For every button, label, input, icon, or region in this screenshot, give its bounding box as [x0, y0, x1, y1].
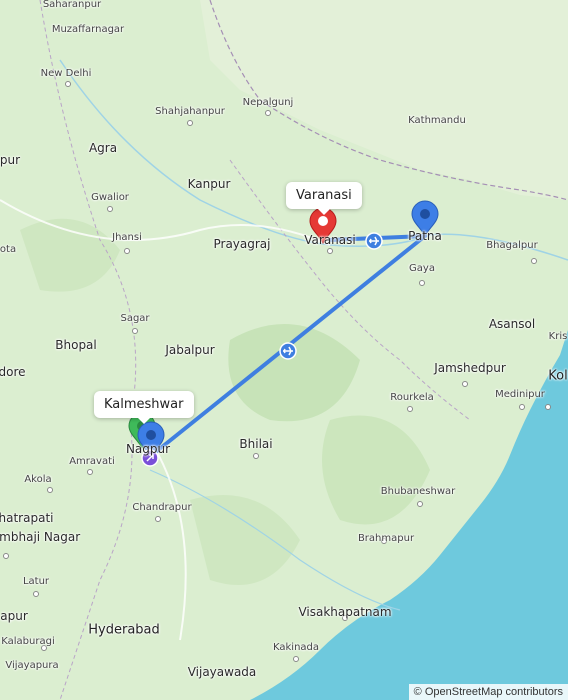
place-label: Agra [88, 141, 118, 155]
place-label: Varanasi [304, 233, 356, 247]
place-label: pur [0, 153, 21, 167]
place-label: Medinipur [495, 389, 545, 400]
place-label: Saharanpur [42, 0, 102, 10]
place-label: Gaya [409, 263, 435, 274]
place-label: Prayagraj [213, 237, 271, 251]
place-label: Sagar [120, 313, 150, 324]
place-label: ota [0, 244, 17, 255]
place-label: Visakhapatnam [298, 605, 392, 619]
place-label: apur [0, 609, 28, 623]
place-label: ambhaji Nagar [0, 530, 81, 544]
place-label: Latur [22, 576, 50, 587]
place-label: hatrapati [0, 511, 54, 525]
place-label: Jhansi [112, 232, 142, 243]
place-label: Hyderabad [88, 622, 160, 638]
place-label: Bhubaneshwar [380, 486, 456, 497]
place-label: Kanpur [187, 177, 231, 191]
place-label: Amravati [69, 456, 115, 467]
place-label: Bhilai [239, 437, 273, 451]
place-label: Vijayapura [5, 660, 59, 671]
varanasi-callout[interactable]: Varanasi [286, 182, 362, 215]
place-label: dore [0, 365, 26, 379]
place-label: Shahjahanpur [155, 106, 225, 117]
place-label: Akola [24, 474, 52, 485]
plane-icon [365, 232, 383, 250]
place-label: Rourkela [390, 392, 434, 403]
place-label: Kakinada [272, 642, 320, 653]
place-label: Nagpur [125, 442, 171, 456]
place-label: Asansol [488, 317, 536, 331]
map-attribution[interactable]: © OpenStreetMap contributors [408, 684, 568, 700]
place-label: Bhagalpur [486, 240, 538, 251]
place-label: Bhopal [55, 338, 97, 352]
place-label: Kris [548, 331, 568, 342]
place-label: New Delhi [40, 68, 92, 79]
plane-icon [279, 342, 297, 360]
place-label: Kalaburagi [1, 636, 55, 647]
place-label: Chandrapur [132, 502, 192, 513]
place-label: Vijayawada [187, 665, 257, 679]
place-label: Muzaffarnagar [51, 24, 125, 35]
place-label: Jamshedpur [434, 361, 506, 375]
place-label: Jabalpur [165, 343, 215, 357]
place-label: Nepalgunj [242, 97, 294, 108]
place-label: Patna [408, 229, 442, 243]
place-label: Kol [548, 368, 568, 384]
place-label: Gwalior [91, 192, 129, 203]
place-label: Kathmandu [408, 115, 466, 126]
kalmeshwar-callout[interactable]: Kalmeshwar [94, 391, 194, 424]
place-label: Brahmapur [357, 533, 415, 544]
